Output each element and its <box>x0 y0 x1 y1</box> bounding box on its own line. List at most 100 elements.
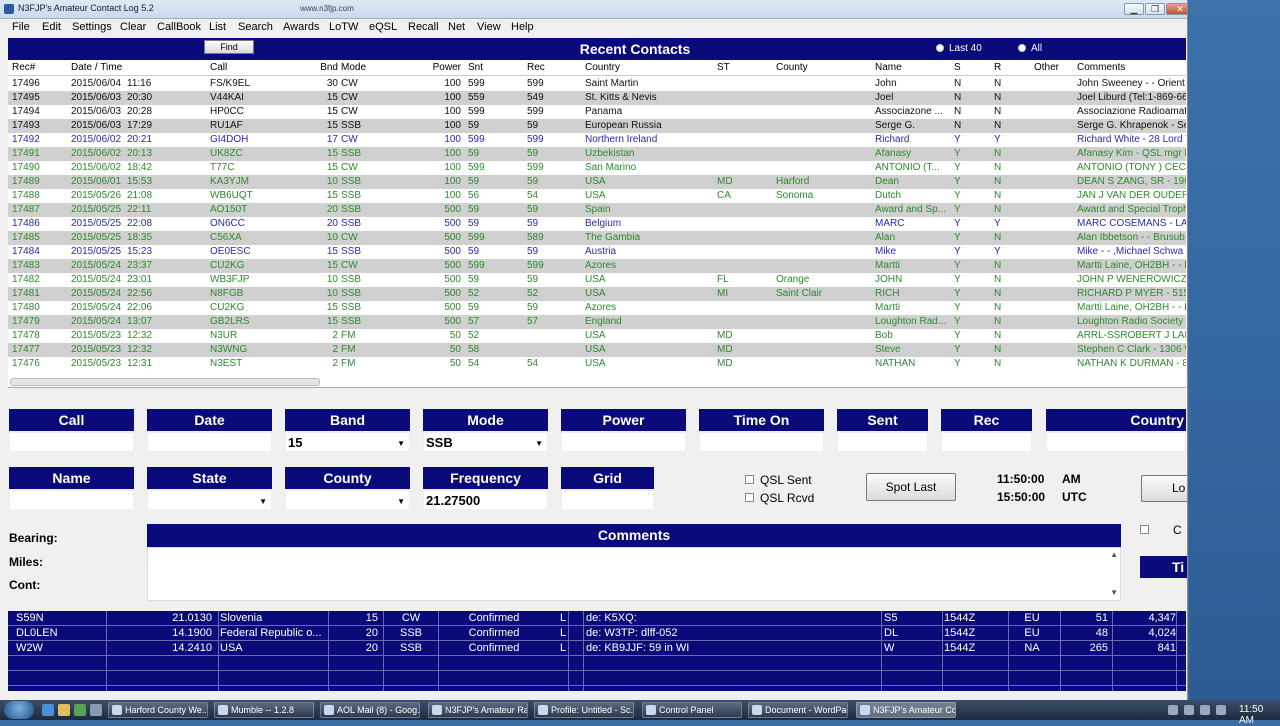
column-header-qsl-s[interactable]: S <box>954 61 984 75</box>
desktop-icon[interactable] <box>90 704 102 716</box>
side-panel-button[interactable]: Ti <box>1140 556 1187 578</box>
qsl-rcvd-checkbox[interactable]: QSL Rcvd <box>745 491 814 505</box>
table-row[interactable]: 17485 2015/05/25 18:35 C56XA 10 CW 500 599 589 Th… <box>8 231 1186 245</box>
media-icon[interactable] <box>74 704 86 716</box>
date-field[interactable] <box>147 432 272 452</box>
column-header-power[interactable]: Power <box>431 61 461 75</box>
column-header-date-time[interactable]: Date / Time <box>71 61 209 75</box>
grid-field[interactable] <box>561 490 654 510</box>
rec-field[interactable] <box>941 432 1032 452</box>
task-harford[interactable]: Harford County We... <box>108 702 208 718</box>
task-n3fjp-co[interactable]: N3FJP's Amateur Co... <box>856 702 956 718</box>
frequency-field[interactable]: 21.27500 <box>423 490 548 510</box>
table-row[interactable]: 17487 2015/05/25 22:11 AO150T 20 SSB 500 59 59 Sp… <box>8 203 1186 217</box>
start-button[interactable] <box>4 701 34 719</box>
log-button[interactable]: Lo <box>1141 475 1187 502</box>
recent-contacts-grid[interactable]: Rec# Date / Time Call Bnd Mode Power Snt Rec Cou… <box>8 60 1186 388</box>
county-select[interactable]: ▼ <box>285 490 410 510</box>
table-row[interactable]: 17479 2015/05/24 13:07 GB2LRS 15 SSB 500 57 57 En… <box>8 315 1186 329</box>
comments-field[interactable]: ▲ ▼ <box>147 547 1121 601</box>
qsl-sent-checkbox[interactable]: QSL Sent <box>745 473 812 487</box>
task-wordpad[interactable]: Document - WordPad <box>748 702 848 718</box>
table-row[interactable]: 17478 2015/05/23 12:32 N3UR 2 FM 50 52 USA MD Bob Y… <box>8 329 1186 343</box>
task-control-panel[interactable]: Control Panel <box>642 702 742 718</box>
column-header-other[interactable]: Other <box>1034 61 1074 75</box>
table-row[interactable]: 17477 2015/05/23 12:32 N3WNG 2 FM 50 58 USA MD Ste… <box>8 343 1186 357</box>
close-button[interactable]: ✕ <box>1166 3 1187 15</box>
spot-row[interactable]: DL0LEN 14.1900 Federal Republic o... 20 SSB C… <box>8 626 1186 641</box>
menu-help[interactable]: Help <box>511 21 534 33</box>
menu-awards[interactable]: Awards <box>283 21 319 33</box>
menu-eqsl[interactable]: eQSL <box>369 21 397 33</box>
time-on-field[interactable] <box>699 432 824 452</box>
folder-icon[interactable] <box>58 704 70 716</box>
menu-clear[interactable]: Clear <box>120 21 146 33</box>
table-row[interactable]: 17493 2015/06/03 17:29 RU1AF 15 SSB 100 59 59 Eur… <box>8 119 1186 133</box>
column-header-state[interactable]: ST <box>717 61 772 75</box>
table-row[interactable]: 17482 2015/05/24 23:01 WB3FJP 10 SSB 500 59 59 US… <box>8 273 1186 287</box>
spot-row[interactable]: W2W 14.2410 USA 20 SSB Confirmed Lde: KB9JJF: … <box>8 641 1186 656</box>
table-row[interactable]: 17480 2015/05/24 22:06 CU2KG 15 SSB 500 59 59 Azo… <box>8 301 1186 315</box>
table-row[interactable]: 17489 2015/06/01 15:53 KA3YJM 10 SSB 100 59 59 US… <box>8 175 1186 189</box>
task-aol[interactable]: AOL Mail (8) - Goog... <box>320 702 420 718</box>
menu-settings[interactable]: Settings <box>72 21 112 33</box>
table-row[interactable]: 17492 2015/06/02 20:21 GI4DOH 17 CW 100 599 599 N… <box>8 133 1186 147</box>
menu-file[interactable]: File <box>12 21 30 33</box>
tray-flag-icon[interactable] <box>1184 705 1194 715</box>
column-header-band[interactable]: Bnd <box>320 61 338 75</box>
menu-net[interactable]: Net <box>448 21 465 33</box>
band-select[interactable]: 15 ▼ <box>285 432 410 452</box>
table-row[interactable]: 17496 2015/06/04 11:16 FS/K9EL 30 CW 100 599 599… <box>8 77 1186 91</box>
menu-recall[interactable]: Recall <box>408 21 439 33</box>
menu-callbook[interactable]: CallBook <box>157 21 201 33</box>
spot-row[interactable] <box>8 656 1186 671</box>
table-row[interactable]: 17486 2015/05/25 22:08 ON6CC 20 SSB 500 59 59 Bel… <box>8 217 1186 231</box>
column-header-rec-report[interactable]: Rec <box>527 61 582 75</box>
task-mumble[interactable]: Mumble -- 1.2.8 <box>214 702 314 718</box>
spot-row[interactable]: S59N 21.0130 Slovenia 15 CW Confirmed Lde: K5X… <box>8 611 1186 626</box>
column-header-rec[interactable]: Rec# <box>12 61 68 75</box>
scroll-down-icon[interactable]: ▼ <box>1110 588 1118 597</box>
call-field[interactable] <box>9 432 134 452</box>
column-header-qsl-r[interactable]: R <box>994 61 1024 75</box>
column-header-country[interactable]: Country <box>585 61 715 75</box>
maximize-button[interactable]: ❐ <box>1145 3 1165 15</box>
table-row[interactable]: 17494 2015/06/03 20:28 HP0CC 15 CW 100 599 599 Pa… <box>8 105 1186 119</box>
tray-network-icon[interactable] <box>1168 705 1178 715</box>
sent-field[interactable] <box>837 432 928 452</box>
menu-lotw[interactable]: LoTW <box>329 21 358 33</box>
column-header-comments[interactable]: Comments <box>1077 61 1186 75</box>
table-row[interactable]: 17484 2015/05/25 15:23 OE0ESC 15 SSB 500 59 59 Au… <box>8 245 1186 259</box>
mode-select[interactable]: SSB ▼ <box>423 432 548 452</box>
table-row[interactable]: 17488 2015/05/26 21:08 WB6UQT 15 SSB 100 56 54 US… <box>8 189 1186 203</box>
table-row[interactable]: 17490 2015/06/02 18:42 T77C 15 CW 100 599 599 San… <box>8 161 1186 175</box>
ie-icon[interactable] <box>42 704 54 716</box>
menu-search[interactable]: Search <box>238 21 273 33</box>
dx-spots-table[interactable]: S59N 21.0130 Slovenia 15 CW Confirmed Lde: K5X… <box>8 611 1186 691</box>
name-field[interactable] <box>9 490 134 510</box>
country-field[interactable] <box>1046 432 1186 452</box>
radio-all[interactable]: All <box>1018 43 1042 54</box>
minimize-button[interactable]: ▁ <box>1124 3 1144 15</box>
menu-view[interactable]: View <box>477 21 501 33</box>
grid-horizontal-scrollbar[interactable] <box>10 378 320 386</box>
power-field[interactable] <box>561 432 686 452</box>
spot-last-button[interactable]: Spot Last <box>866 473 956 501</box>
table-row[interactable]: 17495 2015/06/03 20:30 V44KAI 15 CW 100 559 549 S… <box>8 91 1186 105</box>
column-header-mode[interactable]: Mode <box>341 61 421 75</box>
tray-volume-icon[interactable] <box>1216 705 1226 715</box>
column-header-call[interactable]: Call <box>210 61 310 75</box>
radio-last-40[interactable]: Last 40 <box>936 43 982 54</box>
table-row[interactable]: 17483 2015/05/24 23:37 CU2KG 15 CW 500 599 599 Az… <box>8 259 1186 273</box>
column-header-name[interactable]: Name <box>875 61 947 75</box>
state-select[interactable]: ▼ <box>147 490 272 510</box>
column-header-county[interactable]: County <box>776 61 871 75</box>
column-header-sent[interactable]: Snt <box>468 61 523 75</box>
tray-monitor-icon[interactable] <box>1200 705 1210 715</box>
spot-row[interactable] <box>8 671 1186 686</box>
table-row[interactable]: 17481 2015/05/24 22:56 N8FGB 10 SSB 500 52 52 USA… <box>8 287 1186 301</box>
task-n3fjp-ra[interactable]: N3FJP's Amateur Ra... <box>428 702 528 718</box>
side-checkbox[interactable]: C <box>1140 523 1182 537</box>
table-row[interactable]: 17491 2015/06/02 20:13 UK8ZC 15 SSB 100 59 59 Uzb… <box>8 147 1186 161</box>
scroll-up-icon[interactable]: ▲ <box>1110 550 1118 559</box>
